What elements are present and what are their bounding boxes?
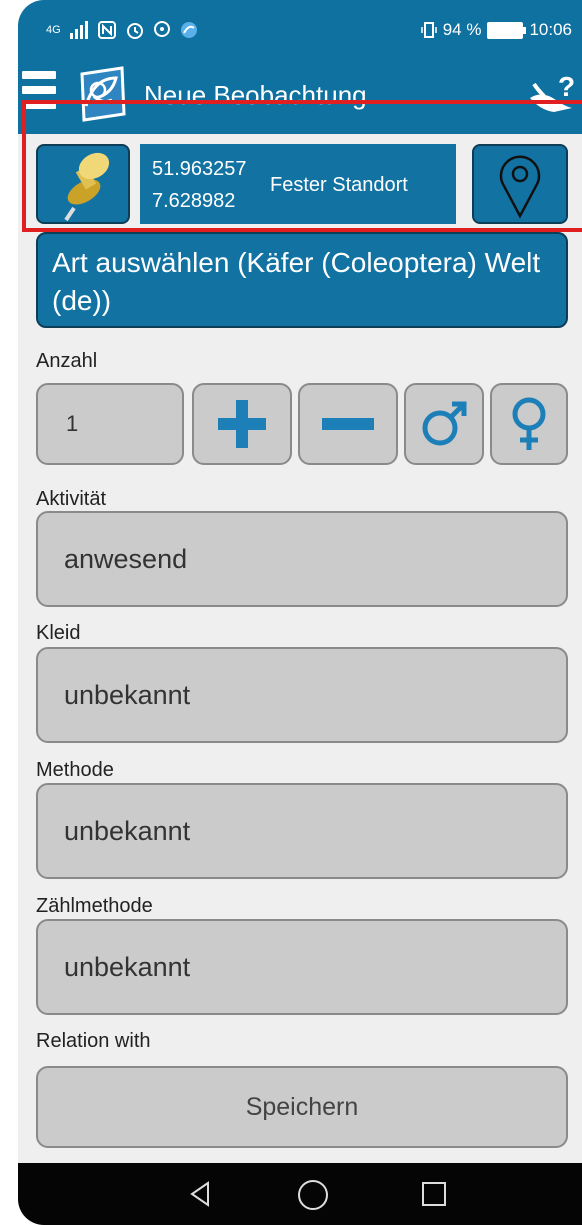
nfc-icon [97, 21, 116, 39]
recents-icon[interactable] [422, 1182, 446, 1206]
latitude-value: 51.963257 [152, 158, 247, 180]
help-icon[interactable]: ? [524, 70, 576, 122]
system-nav-bar [18, 1163, 582, 1225]
female-button[interactable] [490, 383, 568, 465]
clock: 10:06 [529, 20, 572, 39]
map-marker-button[interactable] [472, 144, 568, 224]
method-label: Methode [36, 759, 114, 781]
location-mode-label: Fester Standort [270, 174, 408, 196]
vibrate-icon [420, 22, 437, 38]
status-icons-left: 4G [46, 20, 199, 40]
activity-label: Aktivität [36, 488, 107, 510]
app-logo-icon [80, 66, 126, 122]
location-row: 51.963257 7.628982 Fester Standort [18, 134, 582, 234]
save-button[interactable]: Speichern [36, 1066, 568, 1148]
plumage-field[interactable]: unbekannt [36, 647, 568, 743]
increment-button[interactable] [192, 383, 292, 465]
svg-text:?: ? [558, 71, 575, 102]
signal-icon [69, 21, 88, 39]
phone-screen: 4G 94 % 10:06 Neue Beobachtung ? 51.9632… [18, 0, 582, 1225]
network-label: 4G [46, 24, 61, 36]
plumage-label: Kleid [36, 622, 81, 644]
coordinates-display: 51.963257 7.628982 Fester Standort [140, 144, 456, 224]
female-icon [512, 397, 546, 450]
relation-label: Relation with [36, 1030, 151, 1052]
location-status-icon [153, 21, 170, 37]
pushpin-icon [64, 152, 110, 222]
page-title: Neue Beobachtung [144, 80, 367, 110]
count-input[interactable]: 1 [36, 383, 184, 465]
longitude-value: 7.628982 [152, 190, 236, 212]
battery-percent: 94 % [442, 20, 482, 39]
status-bar: 4G 94 % 10:06 [18, 0, 582, 58]
activity-field[interactable]: anwesend [36, 511, 568, 607]
method-field[interactable]: unbekannt [36, 783, 568, 879]
male-button[interactable] [404, 383, 484, 465]
menu-icon[interactable] [22, 71, 56, 117]
male-icon [422, 401, 467, 446]
count-label: Anzahl [36, 350, 98, 372]
map-marker-icon [499, 155, 541, 219]
back-icon[interactable] [188, 1181, 212, 1207]
count-row: 1 [36, 383, 576, 465]
minus-icon [322, 418, 374, 430]
count-method-field[interactable]: unbekannt [36, 919, 568, 1015]
plus-icon [218, 400, 266, 448]
app-bar: Neue Beobachtung ? [18, 58, 582, 134]
app-notification-icon [180, 22, 197, 38]
decrement-button[interactable] [298, 383, 398, 465]
battery-icon [487, 21, 527, 39]
alarm-icon [126, 23, 143, 39]
count-method-label: Zählmethode [36, 895, 153, 917]
status-icons-right: 94 % 10:06 [420, 20, 572, 40]
species-select-button[interactable]: Art auswählen (Käfer (Coleoptera) Welt (… [36, 232, 568, 328]
home-icon[interactable] [298, 1180, 328, 1210]
pushpin-button[interactable] [36, 144, 130, 224]
